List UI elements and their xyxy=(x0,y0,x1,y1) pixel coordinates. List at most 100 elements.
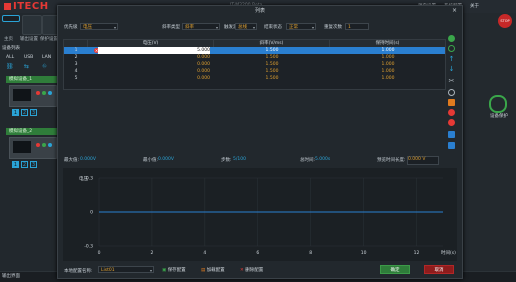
slope-cell[interactable]: 1.500 xyxy=(214,68,330,75)
cut-icon[interactable]: ✂ xyxy=(448,78,455,85)
tab-home[interactable] xyxy=(2,15,20,22)
voltage-cell[interactable]: 0.000 xyxy=(98,54,210,61)
paste-icon[interactable] xyxy=(448,99,455,106)
device-card-1[interactable]: 模拟设备_1 1 2 3 xyxy=(6,76,58,124)
insert-row-icon[interactable] xyxy=(448,45,455,52)
slope-type-label: 斜率类型 xyxy=(162,25,180,30)
load-config-button[interactable]: ▤ 加载配置 xyxy=(201,267,225,273)
status-text: 输出界面 xyxy=(2,274,20,279)
slope-cell[interactable]: 1.500 xyxy=(214,54,330,61)
copy-icon[interactable] xyxy=(448,89,455,96)
channel-1-button[interactable]: 1 xyxy=(12,109,19,116)
chart-y-label: 电压 xyxy=(79,175,88,182)
tab-protect-label: 保护设置 xyxy=(40,37,58,42)
hold-time-cell[interactable]: 1.000 xyxy=(332,47,444,54)
table-row[interactable]: 5 0.000 1.500 1.000 xyxy=(64,75,445,82)
hold-time-cell[interactable]: 1.000 xyxy=(332,75,444,82)
chart-x-tick: 12 xyxy=(414,250,420,256)
device-list-title: 设备列表 xyxy=(2,46,20,51)
tab-home-label: 主页 xyxy=(4,37,13,42)
voltage-cell[interactable]: 0.000 xyxy=(98,68,210,75)
link-icon[interactable]: ⛓ xyxy=(6,63,14,70)
device-image xyxy=(9,85,57,107)
column-header-slope: 斜率(V/ms) xyxy=(214,40,330,47)
channel-2-button[interactable]: 2 xyxy=(21,109,28,116)
chart-y-tick: -0.3 xyxy=(84,244,93,250)
device-name: 模拟设备_1 xyxy=(6,76,58,83)
device-card-2[interactable]: 模拟设备_2 1 2 3 xyxy=(6,128,58,176)
priority-label: 优先级 xyxy=(64,25,78,30)
preview-length-label: 预览时间长度: xyxy=(377,158,406,163)
move-down-icon[interactable]: ↓ xyxy=(448,66,455,73)
clear-icon[interactable] xyxy=(448,119,455,126)
chart-area: 0 2 4 6 8 10 12 0.3 0 -0.3 电压 时间(s) xyxy=(63,168,457,261)
repeat-label: 重复次数 xyxy=(324,25,342,30)
min-label: 最小值: xyxy=(143,158,159,163)
close-icon[interactable]: × xyxy=(452,7,457,14)
chart-x-tick: 4 xyxy=(203,250,206,256)
voltage-cell[interactable]: 5.000 xyxy=(98,47,210,54)
min-value: 0.000V xyxy=(158,157,174,162)
filter-lan[interactable]: LAN xyxy=(42,55,51,60)
slope-cell[interactable]: 1.500 xyxy=(214,47,330,54)
channel-3-button[interactable]: 3 xyxy=(30,161,37,168)
list-table: 电压(V) 斜率(V/ms) 保持时间(s) 1 × 5.000 1.500 1.… xyxy=(63,39,446,90)
usb-icon[interactable]: ⇆ xyxy=(24,63,29,70)
column-header-hold-time: 保持时间(s) xyxy=(330,40,445,47)
device-name: 模拟设备_2 xyxy=(6,128,58,135)
move-up-icon[interactable]: ↑ xyxy=(448,56,455,63)
chart-x-tick: 0 xyxy=(98,250,101,256)
chart-x-tick: 10 xyxy=(361,250,367,256)
ok-button[interactable]: 确定 xyxy=(380,265,410,274)
import-icon[interactable] xyxy=(448,131,455,138)
column-header-voltage: 电压(V) xyxy=(88,40,214,47)
lan-icon[interactable]: ⛗ xyxy=(42,63,47,71)
chart-x-tick: 6 xyxy=(256,250,259,256)
stop-button[interactable]: STOP xyxy=(498,14,512,28)
config-name-select[interactable]: List01 ▾ xyxy=(98,266,154,273)
priority-select[interactable]: 电压 ▾ xyxy=(80,23,118,30)
itech-logo: ITECH xyxy=(4,1,49,12)
delete-config-button[interactable]: ✕ 删除配置 xyxy=(240,267,263,273)
column-header-index xyxy=(64,40,88,47)
repeat-input[interactable]: 1 xyxy=(345,23,369,30)
menu-about[interactable]: 关于 xyxy=(470,3,479,9)
table-row[interactable]: 1 × 5.000 1.500 1.000 xyxy=(64,47,445,54)
end-state-label: 结束状态 xyxy=(264,25,282,30)
tab-output-label: 输出设置 xyxy=(20,37,38,42)
table-row[interactable]: 4 0.000 1.500 1.000 xyxy=(64,68,445,75)
slope-type-select[interactable]: 斜率 ▾ xyxy=(182,23,220,30)
save-config-button[interactable]: ▣ 保存配置 xyxy=(162,267,186,273)
hold-time-cell[interactable]: 1.000 xyxy=(332,68,444,75)
hold-time-cell[interactable]: 1.000 xyxy=(332,61,444,68)
add-row-icon[interactable] xyxy=(448,35,455,42)
export-icon[interactable] xyxy=(448,142,455,149)
end-state-select[interactable]: 正常 ▾ xyxy=(286,23,316,30)
max-value: 0.000V xyxy=(80,157,96,162)
voltage-chart: 0 2 4 6 8 10 120.30-0.3 电压 时间(s) xyxy=(79,175,456,256)
protect-label: 设备保护 xyxy=(490,114,508,119)
channel-2-button[interactable]: 2 xyxy=(21,161,28,168)
steps-value: 5/100 xyxy=(233,157,246,162)
channel-3-button[interactable]: 3 xyxy=(30,109,37,116)
trigger-select[interactable]: 总线 ▾ xyxy=(235,23,257,30)
slope-cell[interactable]: 1.500 xyxy=(214,61,330,68)
tab-output-settings[interactable] xyxy=(22,15,42,35)
chart-y-tick: 0 xyxy=(90,210,93,216)
table-row[interactable]: 3 0.000 1.500 1.000 xyxy=(64,61,445,68)
hold-time-cell[interactable]: 1.000 xyxy=(332,54,444,61)
filter-usb[interactable]: USB xyxy=(24,55,33,60)
total-time-value: 5.000s xyxy=(315,157,331,162)
total-time-label: 总时间: xyxy=(300,158,316,163)
table-row[interactable]: 2 0.000 1.500 1.000 xyxy=(64,54,445,61)
cancel-button[interactable]: 取消 xyxy=(424,265,454,274)
slope-cell[interactable]: 1.500 xyxy=(214,75,330,82)
preview-length-input[interactable]: 0.000 V xyxy=(407,156,439,165)
filter-all[interactable]: ALL xyxy=(6,55,14,60)
delete-icon[interactable] xyxy=(448,109,455,116)
chart-x-label: 时间(s) xyxy=(441,249,456,256)
voltage-cell[interactable]: 0.000 xyxy=(98,61,210,68)
max-label: 最大值: xyxy=(64,158,80,163)
voltage-cell[interactable]: 0.000 xyxy=(98,75,210,82)
channel-1-button[interactable]: 1 xyxy=(12,161,19,168)
